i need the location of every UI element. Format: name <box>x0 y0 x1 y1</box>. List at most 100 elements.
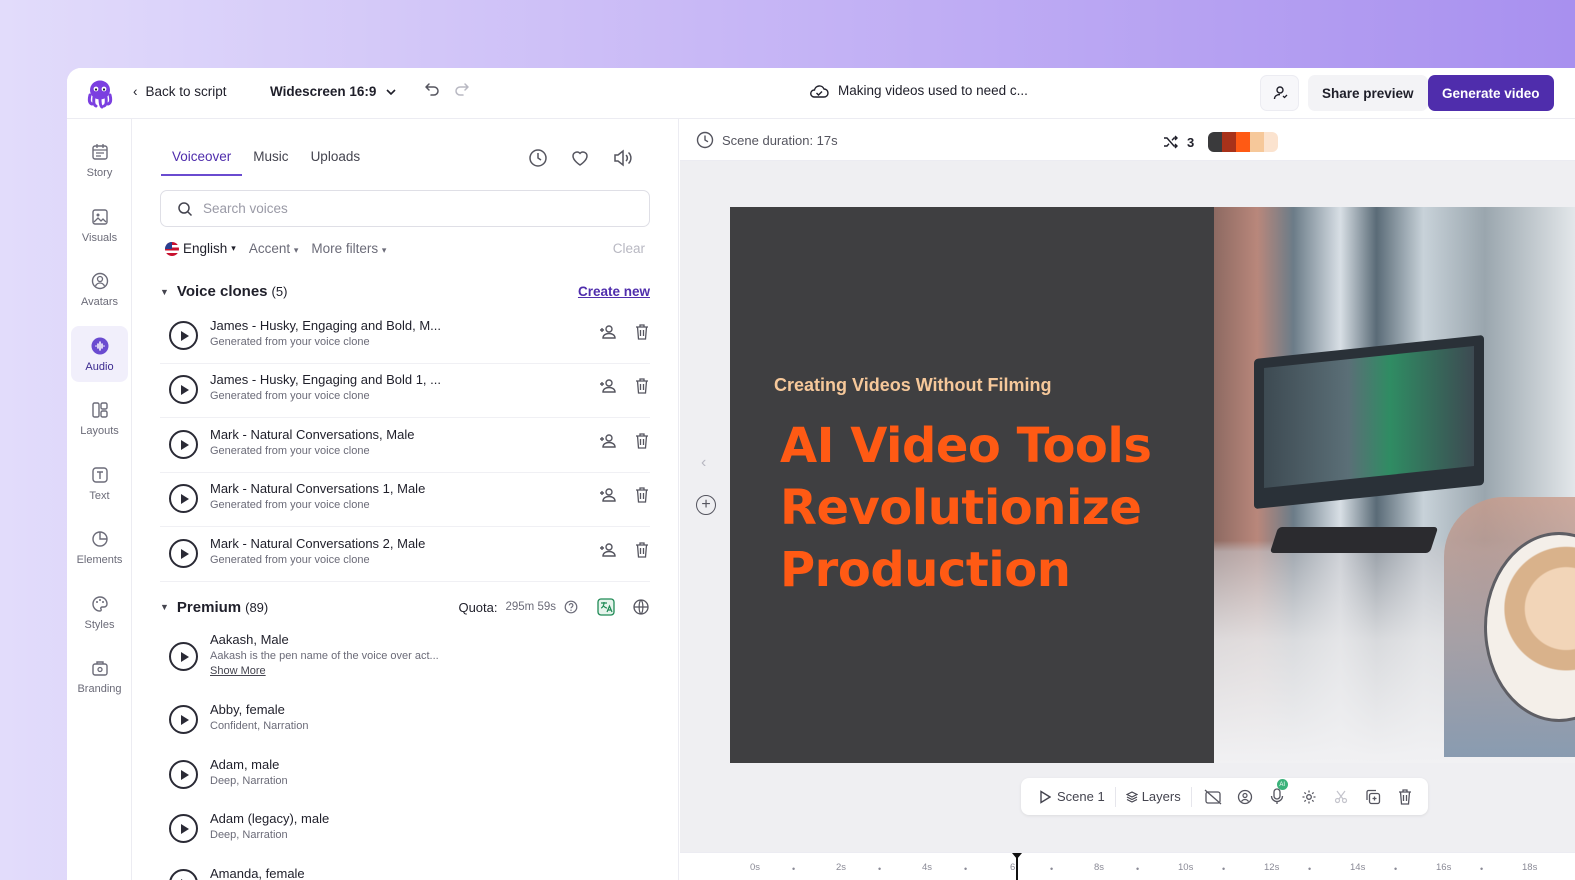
delete-scene-icon[interactable] <box>1394 788 1416 805</box>
trash-icon[interactable] <box>635 433 649 449</box>
assign-voice-icon[interactable] <box>599 378 617 394</box>
play-icon[interactable] <box>169 705 198 734</box>
voice-name: Mark - Natural Conversations 1, Male <box>210 481 426 496</box>
tab-uploads[interactable]: Uploads <box>300 139 372 176</box>
voice-name: Abby, female <box>210 702 285 717</box>
translate-icon[interactable] <box>596 597 616 617</box>
voice-item[interactable]: James - Husky, Engaging and Bold 1, ... G… <box>169 372 649 404</box>
microphone-icon[interactable]: AI <box>1266 779 1288 805</box>
voice-item[interactable]: Abby, female Confident, Narration <box>169 702 649 734</box>
accent-filter[interactable]: Accent ▾ <box>249 241 299 256</box>
voice-clones-header[interactable]: ▼ Voice clones (5) Create new <box>160 283 650 300</box>
voice-item[interactable]: Mark - Natural Conversations 1, Male Gene… <box>169 481 649 513</box>
trash-icon[interactable] <box>635 324 649 340</box>
rail-item-text[interactable]: Text <box>71 455 128 511</box>
voice-item[interactable]: Adam (legacy), male Deep, Narration <box>169 811 649 843</box>
search-voices-field[interactable]: Search voices <box>160 190 650 227</box>
voice-item[interactable]: Aakash, Male Aakash is the pen name of th… <box>169 632 649 677</box>
search-input[interactable]: Search voices <box>203 201 288 216</box>
play-icon[interactable] <box>169 642 198 671</box>
assign-voice-icon[interactable] <box>599 487 617 503</box>
divider <box>160 363 650 364</box>
voice-name: James - Husky, Engaging and Bold, M... <box>210 318 441 333</box>
timeline-ruler[interactable]: 0s • 2s • 4s • 6 • 8s • 10s • 12s • 14s … <box>680 852 1575 880</box>
back-to-script-button[interactable]: ‹ Back to script <box>133 84 227 99</box>
assign-voice-icon[interactable] <box>599 433 617 449</box>
share-preview-button[interactable]: Share preview <box>1308 75 1428 111</box>
play-icon[interactable] <box>169 430 198 459</box>
scissors-icon[interactable] <box>1330 790 1352 804</box>
rail-item-story[interactable]: Story <box>71 132 128 188</box>
app-logo[interactable] <box>84 77 116 109</box>
voice-subtitle: Generated from your voice clone <box>210 336 370 348</box>
voice-item[interactable]: Amanda, female <box>169 866 649 880</box>
volume-icon[interactable] <box>612 148 634 168</box>
redo-icon[interactable] <box>454 82 472 96</box>
undo-icon[interactable] <box>422 82 440 96</box>
rail-item-styles[interactable]: Styles <box>71 584 128 640</box>
play-icon[interactable] <box>169 760 198 789</box>
color-palette-swatch[interactable] <box>1208 132 1279 152</box>
rail-item-elements[interactable]: Elements <box>71 519 128 575</box>
rail-item-avatars[interactable]: Avatars <box>71 261 128 317</box>
play-icon[interactable] <box>169 375 198 404</box>
more-filters[interactable]: More filters ▾ <box>311 241 386 256</box>
voice-filters: English ▾ Accent ▾ More filters ▾ Clear <box>165 241 645 256</box>
play-icon[interactable] <box>169 539 198 568</box>
create-new-clone-button[interactable]: Create new <box>578 284 650 299</box>
slide-title-text[interactable]: AI Video Tools Revolutionize Production <box>780 415 1152 601</box>
voice-subtitle: Aakash is the pen name of the voice over… <box>210 650 439 662</box>
rail-label: Layouts <box>80 424 119 437</box>
chevron-left-icon[interactable]: ‹ <box>701 454 706 472</box>
tab-voiceover[interactable]: Voiceover <box>161 139 243 176</box>
layers-button[interactable]: Layers <box>1125 789 1181 804</box>
voice-item[interactable]: James - Husky, Engaging and Bold, M... Ge… <box>169 318 649 350</box>
voice-item[interactable]: Adam, male Deep, Narration <box>169 757 649 789</box>
language-filter[interactable]: English ▾ <box>165 241 236 256</box>
project-title-text: Making videos used to need c... <box>838 83 1028 98</box>
clear-filters-button[interactable]: Clear <box>613 241 645 256</box>
generate-video-button[interactable]: Generate video <box>1428 75 1554 111</box>
rail-item-branding[interactable]: Branding <box>71 648 128 704</box>
duplicate-icon[interactable] <box>1362 789 1384 805</box>
scene-bar: Scene duration: 17s 3 <box>680 119 1575 161</box>
timeline-tick: 18s <box>1522 862 1538 873</box>
play-icon[interactable] <box>169 869 198 880</box>
collaborators-button[interactable] <box>1260 75 1299 111</box>
rail-item-audio[interactable]: Audio <box>71 326 128 382</box>
add-scene-plus-icon[interactable]: + <box>696 495 716 515</box>
assign-voice-icon[interactable] <box>599 324 617 340</box>
trash-icon[interactable] <box>635 542 649 558</box>
slide-kicker-text[interactable]: Creating Videos Without Filming <box>774 375 1052 396</box>
assign-voice-icon[interactable] <box>599 542 617 558</box>
tab-music[interactable]: Music <box>242 139 299 176</box>
scene-preview[interactable]: Creating Videos Without Filming AI Video… <box>730 207 1575 763</box>
calendar-icon <box>91 143 108 160</box>
voice-subtitle: Generated from your voice clone <box>210 554 370 566</box>
global-voices-icon[interactable] <box>632 598 650 616</box>
scene-selector[interactable]: Scene 1 <box>1033 789 1105 804</box>
help-icon[interactable] <box>564 600 578 614</box>
timeline-playhead[interactable] <box>1012 853 1022 880</box>
play-icon[interactable] <box>169 321 198 350</box>
trash-icon[interactable] <box>635 378 649 394</box>
premium-header[interactable]: ▼ Premium (89) Quota: 295m 59s <box>160 597 650 617</box>
avatar-toggle-icon[interactable] <box>1234 789 1256 805</box>
trash-icon[interactable] <box>635 487 649 503</box>
play-icon[interactable] <box>169 814 198 843</box>
play-icon[interactable] <box>169 484 198 513</box>
style-variations[interactable]: 3 <box>1163 132 1279 152</box>
aspect-ratio-dropdown[interactable]: Widescreen 16:9 <box>270 84 397 99</box>
rail-item-layouts[interactable]: Layouts <box>71 390 128 446</box>
history-clock-icon[interactable] <box>528 148 548 168</box>
rail-item-visuals[interactable]: Visuals <box>71 197 128 253</box>
timeline-dot: • <box>1050 864 1054 874</box>
project-title[interactable]: Making videos used to need c... <box>809 83 1028 98</box>
voice-item[interactable]: Mark - Natural Conversations 2, Male Gene… <box>169 536 649 568</box>
settings-gear-icon[interactable] <box>1298 789 1320 805</box>
voice-name: Mark - Natural Conversations, Male <box>210 427 415 442</box>
show-more-link[interactable]: Show More <box>210 665 439 677</box>
hide-media-icon[interactable] <box>1202 789 1224 805</box>
heart-icon[interactable] <box>570 148 590 168</box>
voice-item[interactable]: Mark - Natural Conversations, Male Genera… <box>169 427 649 459</box>
